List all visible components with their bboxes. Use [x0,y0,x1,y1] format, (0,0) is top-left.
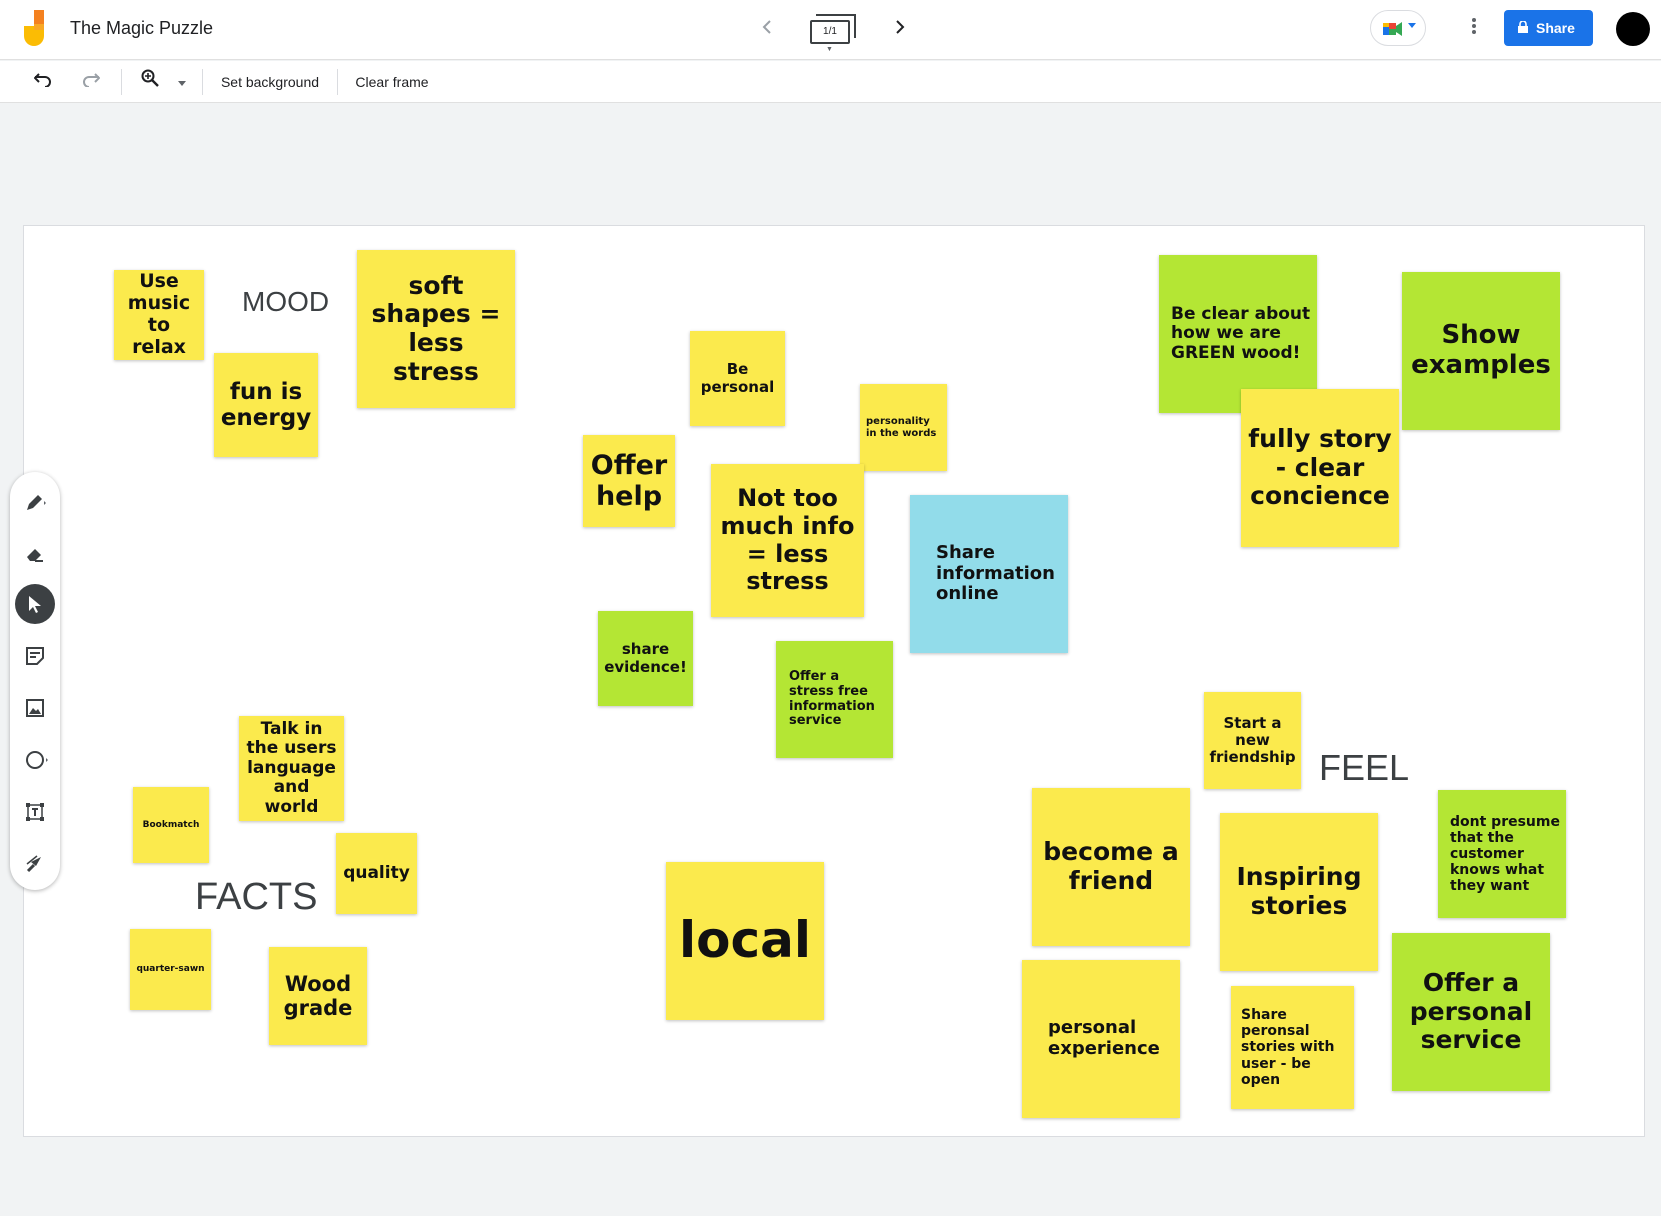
sticky-note[interactable]: Show examples [1402,272,1560,430]
sticky-note[interactable]: Offer help [583,435,675,527]
share-label: Share [1536,20,1575,36]
sticky-note[interactable]: local [666,862,824,1020]
zoom-button[interactable] [137,69,163,95]
image-tool[interactable] [19,692,51,724]
circle-icon [26,751,48,769]
section-label-mood[interactable]: MOOD [242,286,329,318]
sticky-note[interactable]: quality [336,833,417,914]
meet-dropdown-icon [1408,23,1416,28]
sticky-note[interactable]: Be personal [690,331,785,426]
text-box-icon [26,803,44,821]
sticky-note[interactable]: Offer a stress free information service [776,641,893,758]
select-tool[interactable] [15,584,55,624]
sticky-note-tool[interactable] [19,640,51,672]
zoom-in-icon [141,69,159,87]
jamboard-logo-icon [20,10,48,48]
app-header: The Magic Puzzle 1/1 ▼ Share [0,0,1661,60]
sticky-note[interactable]: personal experience [1022,960,1180,1118]
account-avatar[interactable] [1616,12,1650,46]
shape-tool[interactable] [19,744,51,776]
redo-icon [83,73,101,88]
sticky-note[interactable]: Use music to relax [114,270,204,360]
next-frame-button[interactable] [888,14,912,42]
set-background-button[interactable]: Set background [215,69,325,95]
sticky-note[interactable]: become a friend [1032,788,1190,946]
tool-palette [10,472,60,890]
whiteboard-canvas[interactable]: Use music to relax MOOD fun is energy so… [23,225,1645,1137]
sticky-note[interactable]: Bookmatch [133,787,209,863]
frame-counter: 1/1 [810,20,850,44]
undo-icon [33,73,51,88]
sticky-note[interactable]: Share peronsal stories with user - be op… [1231,986,1354,1109]
chevron-left-icon [762,20,771,34]
share-button[interactable]: Share [1504,10,1593,46]
eraser-tool[interactable] [19,538,51,570]
sticky-note[interactable]: soft shapes = less stress [357,250,515,408]
sticky-note[interactable]: personality in the words [860,384,947,471]
sticky-note[interactable]: Not too much info = less stress [711,464,864,617]
toolbar-divider [202,69,203,95]
sticky-note[interactable]: Inspiring stories [1220,813,1378,971]
select-icon [29,596,41,613]
more-vert-icon [1472,18,1476,34]
edit-toolbar: Set background Clear frame [0,61,1661,103]
caret-down-icon [178,81,186,86]
zoom-dropdown-button[interactable] [172,69,192,95]
pen-icon [27,495,46,510]
eraser-icon [27,549,43,562]
document-title[interactable]: The Magic Puzzle [70,18,213,39]
meet-camera-icon [1383,22,1402,36]
previous-frame-button[interactable] [755,14,779,42]
clear-frame-button[interactable]: Clear frame [350,69,434,95]
lock-icon [1518,21,1528,33]
laser-tool[interactable] [19,848,51,880]
more-options-button[interactable] [1462,14,1486,42]
section-label-facts[interactable]: FACTS [195,876,317,919]
toolbar-divider [337,69,338,95]
sticky-note[interactable]: dont presume that the customer knows wha… [1438,790,1566,918]
toolbar-divider [121,69,122,95]
sticky-note[interactable]: share evidence! [598,611,693,706]
redo-button[interactable] [78,69,104,95]
sticky-note[interactable]: quarter-sawn [130,929,211,1010]
sticky-note-icon [26,647,44,665]
chevron-right-icon [896,20,905,34]
pen-tool[interactable] [19,486,51,518]
section-label-feel[interactable]: FEEL [1319,747,1409,789]
sticky-note[interactable]: Offer a personal service [1392,933,1550,1091]
sticky-note[interactable]: Wood grade [269,947,367,1045]
sticky-note[interactable]: fun is energy [214,353,318,457]
laser-icon [26,855,41,873]
frame-bar-toggle[interactable]: 1/1 ▼ [810,14,858,53]
sticky-note[interactable]: Talk in the users language and world [239,716,344,821]
sticky-note[interactable]: fully story - clear concience [1241,389,1399,547]
meet-button[interactable] [1370,10,1426,46]
sticky-note[interactable]: Start a new friendship [1204,692,1301,789]
undo-button[interactable] [30,69,56,95]
image-icon [26,699,44,717]
text-box-tool[interactable] [19,796,51,828]
caret-down-icon: ▼ [826,46,833,53]
sticky-note[interactable]: Share information online [910,495,1068,653]
